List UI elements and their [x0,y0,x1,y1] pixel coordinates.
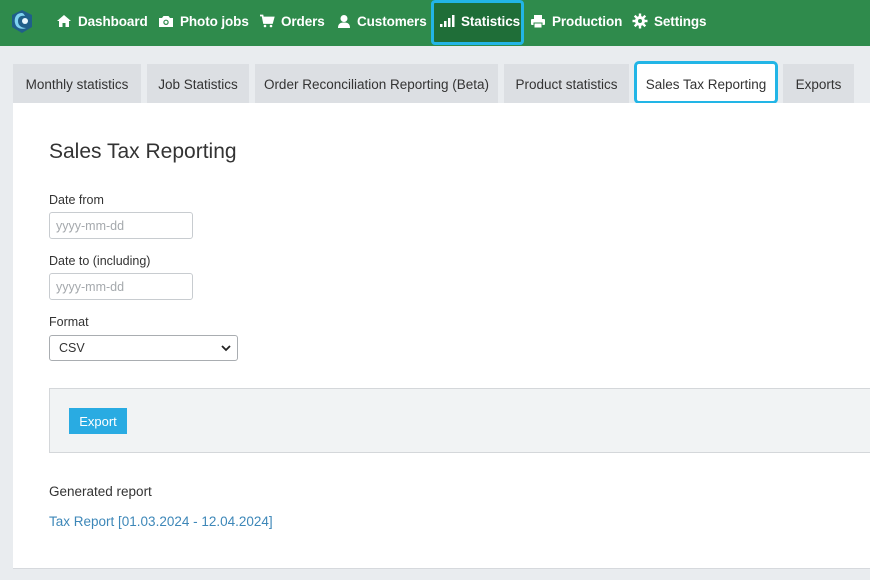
nav-statistics[interactable]: Statistics [433,0,522,42]
camera-icon [159,16,173,27]
date-from-label: Date from [49,193,104,207]
date-from-input[interactable] [49,212,193,239]
nav-photo-jobs-label: Photo jobs [180,13,249,29]
user-icon [338,14,350,28]
nav-statistics-label: Statistics [461,13,521,29]
tab-label: Job Statistics [158,76,238,92]
tab-sales-tax-reporting[interactable]: Sales Tax Reporting [636,64,776,104]
date-to-input[interactable] [49,273,193,300]
gear-icon [632,13,648,29]
tab-label: Sales Tax Reporting [645,76,767,92]
top-navbar: Dashboard Photo jobs Orders Customers St… [0,0,870,46]
tab-order-reconciliation[interactable]: Order Reconciliation Reporting (Beta) [255,64,498,104]
format-select[interactable]: CSV [49,335,238,361]
nav-production[interactable]: Production [530,0,622,42]
tab-product-statistics[interactable]: Product statistics [504,64,629,104]
nav-orders-label: Orders [281,13,325,29]
tax-report-link[interactable]: Tax Report [01.03.2024 - 12.04.2024] [49,514,273,529]
tab-label: Monthly statistics [25,76,129,92]
generated-report-heading: Generated report [49,484,152,499]
logo-icon [12,10,32,33]
tab-label: Order Reconciliation Reporting (Beta) [263,76,490,92]
tab-label: Product statistics [515,76,618,92]
tab-monthly-statistics[interactable]: Monthly statistics [13,64,141,104]
app-logo[interactable] [10,9,34,35]
bar-chart-icon [440,15,455,27]
sales-tax-panel: Sales Tax Reporting Date from Date to (i… [13,103,870,569]
nav-settings[interactable]: Settings [632,0,707,42]
printer-icon [531,14,545,28]
date-to-label: Date to (including) [49,254,151,268]
format-label: Format [49,315,89,329]
nav-settings-label: Settings [654,13,707,29]
statistics-tabs: Monthly statistics Job Statistics Order … [0,64,870,104]
tab-job-statistics[interactable]: Job Statistics [147,64,249,104]
export-actions-well: Export [49,388,870,453]
tab-label: Exports [795,76,842,92]
nav-production-label: Production [552,13,623,29]
nav-dashboard-label: Dashboard [78,13,148,29]
nav-orders[interactable]: Orders [259,0,325,42]
home-icon [57,15,71,27]
cart-icon [260,14,275,28]
nav-customers-label: Customers [357,13,427,29]
format-select-value: CSV [59,341,85,355]
export-button[interactable]: Export [69,408,127,434]
page-title: Sales Tax Reporting [49,140,237,163]
nav-dashboard[interactable]: Dashboard [56,0,148,42]
chevron-down-icon [221,345,231,352]
tab-exports[interactable]: Exports [783,64,854,104]
nav-customers[interactable]: Customers [337,0,427,42]
nav-photo-jobs[interactable]: Photo jobs [158,0,249,42]
